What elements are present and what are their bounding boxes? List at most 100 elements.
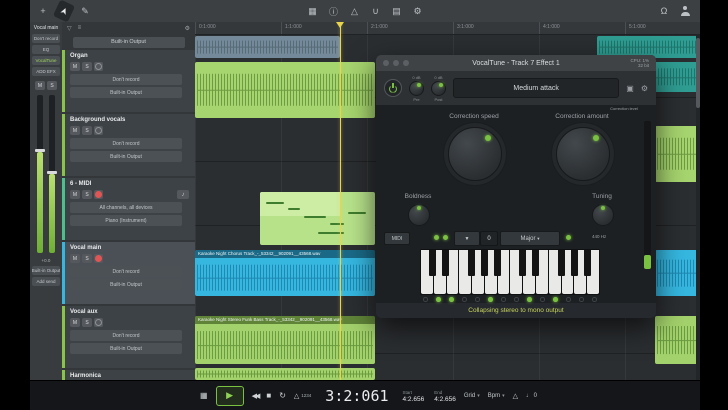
settings-wrench-icon[interactable]: ⚙	[409, 3, 427, 19]
audio-clip-vocal-aux[interactable]: Karaoke Night Stereo Funk Bass Track_-_5…	[195, 316, 375, 364]
strip-add-efx-button[interactable]: ADD EFX	[32, 67, 60, 76]
boldness-knob[interactable]	[408, 204, 430, 226]
audio-clip-harmonica[interactable]	[195, 368, 375, 380]
mute-button[interactable]: M	[70, 126, 80, 135]
track-row-organ[interactable]: Organ M S Don't record Built-in Output	[62, 50, 195, 112]
solo-button[interactable]: S	[82, 126, 92, 135]
piano-keyboard[interactable]	[420, 249, 600, 295]
metronome-toggle-icon[interactable]: △	[513, 392, 518, 400]
account-icon[interactable]	[676, 3, 694, 19]
solo-button[interactable]: S	[82, 254, 92, 263]
strip-record-mode-button[interactable]: Don't record	[32, 34, 60, 43]
tuning-knob[interactable]	[592, 204, 614, 226]
key-dot[interactable]	[475, 297, 480, 302]
track-input-button[interactable]: Don't record	[70, 138, 182, 149]
plugin-titlebar[interactable]: VocalTune - Track 7 Effect 1 CPU: 1% 32 …	[376, 55, 656, 71]
play-button[interactable]: ▶	[216, 386, 244, 406]
midi-clip-piano[interactable]	[260, 192, 375, 245]
bpm-dropdown[interactable]: Bpm ▾	[488, 393, 505, 399]
track-output-button[interactable]: Piano (Instrument)	[70, 215, 182, 226]
gear-icon[interactable]: ⚙	[185, 25, 190, 32]
pre-gain-knob[interactable]	[409, 81, 424, 96]
strip-effect-vocaltune[interactable]: VocalTune	[32, 56, 60, 65]
rewind-button[interactable]: ◀◀	[252, 392, 259, 400]
audio-clip-organ[interactable]	[195, 62, 375, 118]
track-row-vocal-main[interactable]: Vocal main M S Don't record Built-in Out…	[62, 242, 195, 304]
key-dot[interactable]	[566, 297, 571, 302]
piano-key-black[interactable]	[558, 250, 565, 276]
mute-button[interactable]: M	[70, 62, 80, 71]
scale-dropdown[interactable]: Major ▾	[500, 231, 560, 246]
mute-button[interactable]: M	[70, 318, 80, 327]
volume-fader-right[interactable]	[49, 95, 55, 253]
piano-key-black[interactable]	[481, 250, 488, 276]
correction-amount-knob[interactable]	[556, 127, 610, 181]
plugin-settings-gear-icon[interactable]: ⚙	[641, 84, 648, 93]
record-arm-button[interactable]	[94, 318, 103, 327]
start-value[interactable]: 4:2.656	[403, 396, 425, 403]
track-input-button[interactable]: Don't record	[70, 266, 182, 277]
midi-input-button[interactable]: MIDI	[384, 232, 410, 245]
audio-clip-master[interactable]	[195, 36, 340, 58]
solo-button[interactable]: S	[82, 318, 92, 327]
piano-key-black[interactable]	[584, 250, 591, 276]
key-dot[interactable]	[579, 297, 584, 302]
mute-button[interactable]: M	[70, 254, 80, 263]
audio-clip-vocal-main[interactable]: Karaoke Night Chorus Track_-_53342__9020…	[195, 250, 375, 296]
key-dot[interactable]	[488, 297, 493, 302]
note-value-display[interactable]: ♩ 0	[526, 393, 537, 399]
audio-clip-teal-2[interactable]	[653, 62, 700, 92]
track-output-button[interactable]: Built-in Output	[70, 87, 182, 98]
strip-mute-button[interactable]: M	[35, 81, 45, 90]
audio-clip-vocal-main-2[interactable]	[655, 250, 700, 296]
track-row-background-vocals[interactable]: Background vocals M S Don't record Built…	[62, 114, 195, 176]
track-row-harmonica[interactable]: Harmonica	[62, 370, 195, 380]
time-display[interactable]: 3:2:061	[325, 387, 388, 405]
transpose-down-button[interactable]: ▼	[454, 231, 480, 246]
fader-handle-left[interactable]	[35, 149, 45, 152]
key-dot[interactable]	[423, 297, 428, 302]
draw-tool-icon[interactable]: ✎	[76, 3, 94, 19]
post-gain-knob[interactable]	[431, 81, 446, 96]
audio-clip-vocal-aux-2[interactable]	[655, 316, 700, 364]
vertical-scrollbar[interactable]	[696, 34, 700, 380]
master-output-button[interactable]: Built-in Output	[73, 37, 185, 48]
scrollbar-thumb[interactable]	[696, 38, 700, 108]
loop-button[interactable]: ↻	[279, 391, 286, 400]
track-output-button[interactable]: Built-in Output	[70, 343, 182, 354]
solo-button[interactable]: S	[82, 190, 92, 199]
fader-handle-right[interactable]	[47, 171, 57, 174]
instrument-icon[interactable]: ♪	[177, 190, 189, 199]
record-arm-button[interactable]	[94, 190, 103, 199]
correction-speed-knob[interactable]	[448, 127, 502, 181]
audio-clip-background-vocals[interactable]	[655, 126, 700, 182]
track-output-button[interactable]: Built-in Output	[70, 151, 182, 162]
piano-key-black[interactable]	[519, 250, 526, 276]
strip-eq-button[interactable]: EQ	[32, 45, 60, 54]
step-sequencer-icon[interactable]: ▦	[200, 391, 208, 400]
headphones-icon[interactable]: Ω	[655, 3, 673, 19]
piano-key-black[interactable]	[429, 250, 436, 276]
key-dot[interactable]	[514, 297, 519, 302]
track-input-button[interactable]: Don't record	[70, 74, 182, 85]
track-row-midi[interactable]: 6 - MIDI M S ♪ All channels, all devices…	[62, 178, 195, 240]
info-icon[interactable]: ⓘ	[325, 3, 343, 19]
key-dot[interactable]	[501, 297, 506, 302]
piano-key-black[interactable]	[571, 250, 578, 276]
record-arm-button[interactable]	[94, 126, 103, 135]
playhead-line[interactable]	[340, 22, 341, 380]
strip-add-send-button[interactable]: Add send	[32, 277, 60, 286]
key-dot[interactable]	[553, 297, 558, 302]
grid-dropdown[interactable]: Grid ▾	[464, 393, 480, 399]
record-arm-button[interactable]	[94, 254, 103, 263]
record-arm-button[interactable]	[94, 62, 103, 71]
snap-magnet-icon[interactable]: ∪	[367, 3, 385, 19]
key-dot[interactable]	[540, 297, 545, 302]
piano-key-black[interactable]	[442, 250, 449, 276]
track-output-button[interactable]: Built-in Output	[70, 279, 182, 290]
key-dot[interactable]	[462, 297, 467, 302]
filter-icon[interactable]: ▽	[67, 25, 72, 32]
stop-button[interactable]: ■	[266, 391, 271, 400]
track-input-button[interactable]: Don't record	[70, 330, 182, 341]
piano-key-black[interactable]	[468, 250, 475, 276]
